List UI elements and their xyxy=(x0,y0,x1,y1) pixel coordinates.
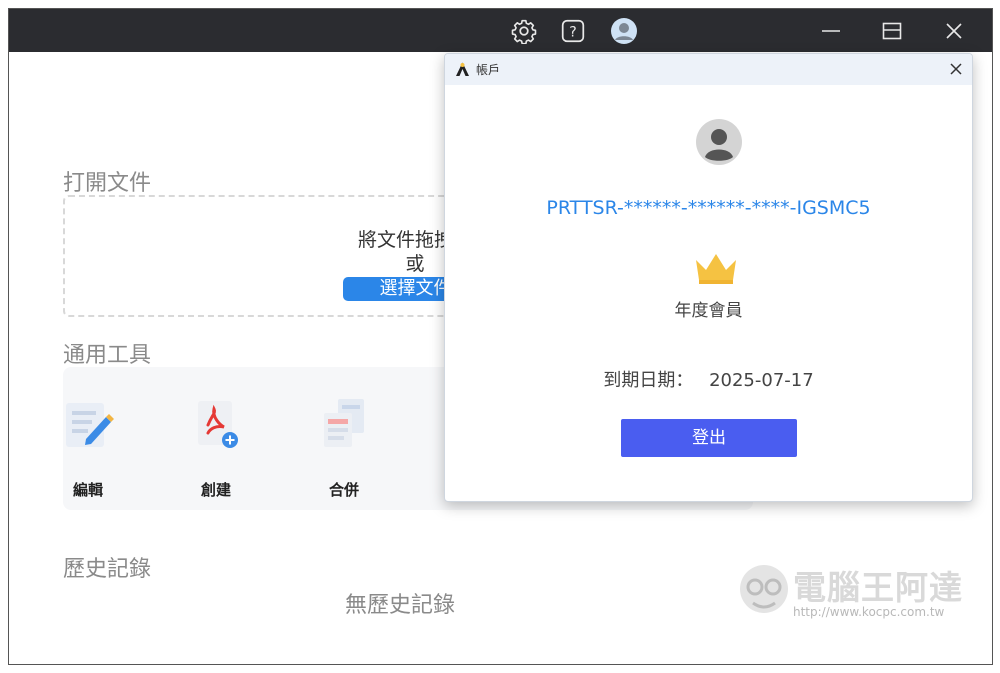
app-logo-icon xyxy=(456,62,469,76)
dialog-title: 帳戶 xyxy=(476,63,501,77)
dialog-title-bar: 帳戶 xyxy=(445,54,972,85)
expiry-label: 到期日期： xyxy=(603,370,694,391)
watermark-title: 電腦王阿達 xyxy=(793,568,963,607)
gear-icon xyxy=(511,19,537,44)
settings-button[interactable] xyxy=(509,16,539,46)
help-icon: ? xyxy=(561,19,585,43)
tools-heading: 通用工具 xyxy=(63,343,152,368)
user-avatar-icon xyxy=(696,119,742,165)
tool-create-label: 創建 xyxy=(200,481,231,499)
account-id: PRTTSR-******-******-****-IGSMC5 xyxy=(546,197,871,219)
account-button[interactable] xyxy=(609,16,639,46)
tool-edit-label: 編輯 xyxy=(72,481,103,499)
expiry-row: 到期日期： 2025-07-17 xyxy=(445,366,972,392)
edit-document-icon xyxy=(66,403,114,447)
minimize-icon xyxy=(822,30,840,32)
svg-text:?: ? xyxy=(569,24,576,40)
logout-button[interactable]: 登出 xyxy=(621,419,797,457)
dialog-close-button[interactable] xyxy=(946,59,966,79)
close-button[interactable] xyxy=(939,16,969,46)
merge-documents-icon xyxy=(324,399,364,447)
crown-icon xyxy=(696,254,736,284)
watermark-url: http://www.kocpc.com.tw xyxy=(793,605,945,619)
maximize-icon xyxy=(882,22,902,40)
account-dialog: 帳戶 PRTTSR-******-******-****-IGSMC5 年度會員… xyxy=(444,53,973,502)
close-icon xyxy=(950,63,962,75)
minimize-button[interactable] xyxy=(816,16,846,46)
open-file-heading: 打開文件 xyxy=(63,171,152,196)
user-avatar-icon xyxy=(611,18,637,44)
tool-merge-label: 合併 xyxy=(328,481,359,499)
mascot-logo-icon xyxy=(740,565,788,613)
tool-merge[interactable]: 合併 xyxy=(309,395,379,499)
help-button[interactable]: ? xyxy=(558,16,588,46)
history-empty-text: 無歷史記錄 xyxy=(345,593,456,618)
tool-edit[interactable]: 編輯 xyxy=(53,395,123,499)
close-icon xyxy=(946,23,962,39)
maximize-button[interactable] xyxy=(877,16,907,46)
watermark: 電腦王阿達 http://www.kocpc.com.tw xyxy=(735,555,980,630)
title-bar: ? xyxy=(9,9,992,52)
expiry-date: 2025-07-17 xyxy=(709,370,814,391)
tool-create[interactable]: 創建 xyxy=(181,395,251,499)
history-heading: 歷史記錄 xyxy=(63,557,152,582)
create-pdf-icon xyxy=(198,401,238,448)
membership-plan: 年度會員 xyxy=(674,301,743,321)
